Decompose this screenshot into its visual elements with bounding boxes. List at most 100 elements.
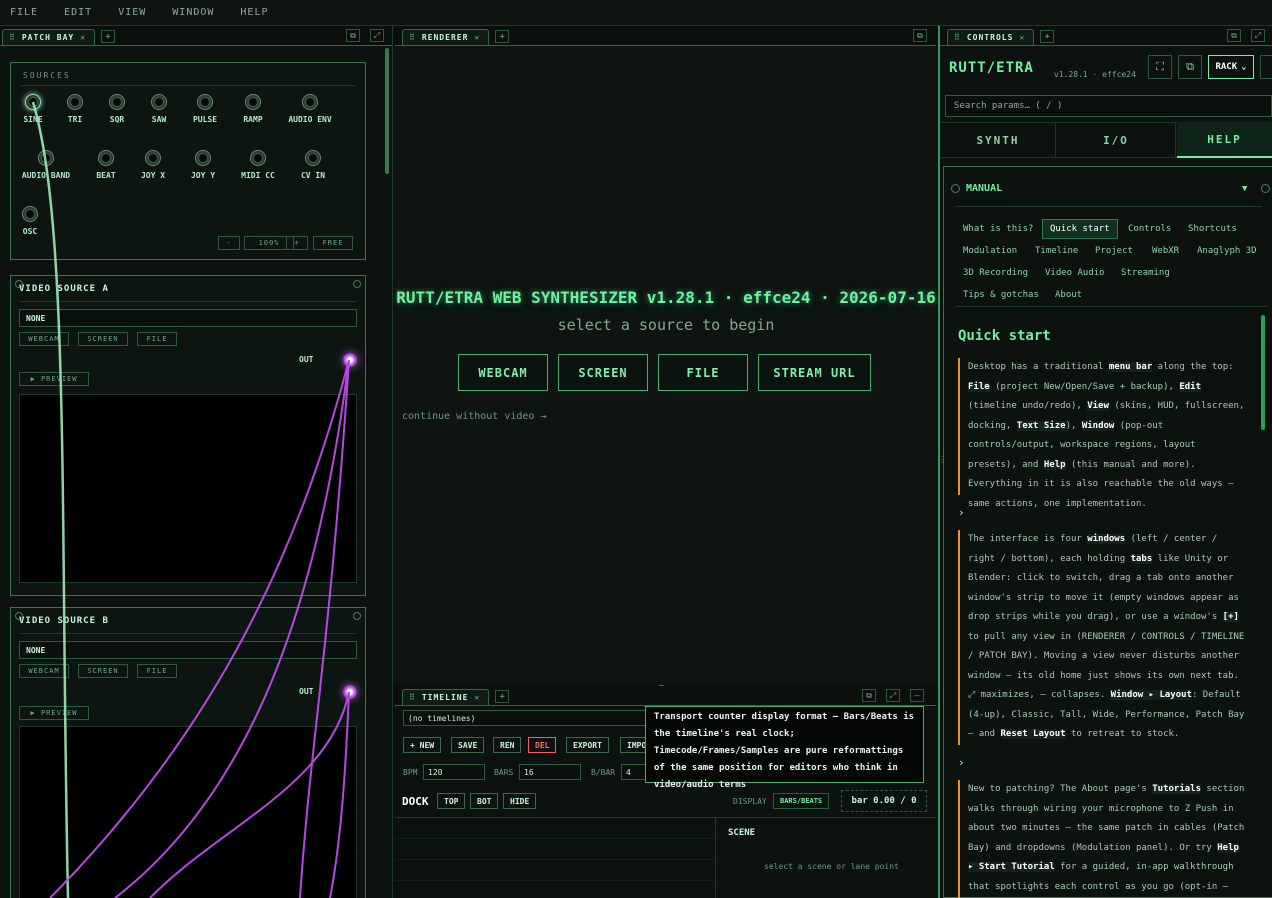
- save-button[interactable]: SAVE: [451, 737, 485, 753]
- popout-icon[interactable]: ⧉: [1178, 55, 1202, 79]
- timeline-select[interactable]: (no timelines): [403, 710, 653, 726]
- webcam-button[interactable]: WEBCAM: [458, 354, 548, 391]
- search-input[interactable]: Search params… ( / ): [945, 95, 1272, 117]
- help-tab-streaming[interactable]: Streaming: [1114, 263, 1177, 283]
- grip-icon[interactable]: ⠿: [409, 33, 416, 42]
- stream-url-button[interactable]: STREAM URL: [758, 354, 871, 391]
- webcam-button[interactable]: WEBCAM: [19, 332, 69, 346]
- help-tab-what-is-this[interactable]: What is this?: [956, 219, 1040, 239]
- rack-select[interactable]: RACK ⌄: [1208, 55, 1254, 79]
- help-tab-anaglyph-3d[interactable]: Anaglyph 3D: [1190, 241, 1264, 261]
- menu-view[interactable]: VIEW: [118, 7, 146, 18]
- menu-help[interactable]: HELP: [240, 7, 268, 18]
- jack-beat[interactable]: [98, 150, 114, 166]
- scrollbar[interactable]: [385, 48, 389, 174]
- dock-bottom-button[interactable]: BOT: [470, 793, 499, 809]
- help-tab-webxr[interactable]: WebXR: [1145, 241, 1186, 261]
- popout-icon[interactable]: ⧉: [862, 689, 876, 702]
- jack-audio-env[interactable]: [302, 94, 318, 110]
- out-jack[interactable]: [343, 685, 357, 699]
- add-tab-button[interactable]: +: [495, 690, 510, 703]
- help-tab-shortcuts[interactable]: Shortcuts: [1181, 219, 1244, 239]
- jack-sqr[interactable]: [109, 94, 125, 110]
- popout-icon[interactable]: ⧉: [1227, 29, 1241, 42]
- jack-osc[interactable]: [22, 206, 38, 222]
- close-icon[interactable]: ✕: [1019, 33, 1025, 42]
- fullscreen-icon[interactable]: ⛶: [1148, 55, 1172, 79]
- dock-hide-button[interactable]: HIDE: [503, 793, 537, 809]
- zoom-out-button[interactable]: -: [218, 236, 240, 250]
- add-tab-button[interactable]: +: [101, 30, 116, 43]
- help-tab-controls[interactable]: Controls: [1121, 219, 1178, 239]
- help-tab-3d-recording[interactable]: 3D Recording: [956, 263, 1035, 283]
- jack-pulse[interactable]: [197, 94, 213, 110]
- grip-icon[interactable]: [353, 612, 361, 620]
- grip-icon[interactable]: ⠿: [409, 693, 416, 702]
- menu-window[interactable]: WINDOW: [172, 7, 214, 18]
- jack-saw[interactable]: [151, 94, 167, 110]
- jack-tri[interactable]: [67, 94, 83, 110]
- add-tab-button[interactable]: +: [495, 30, 510, 43]
- close-icon[interactable]: ✕: [474, 33, 480, 42]
- rename-button[interactable]: REN: [493, 737, 522, 753]
- jack-audio-band[interactable]: [38, 150, 54, 166]
- collapse-icon[interactable]: –: [910, 689, 924, 702]
- help-tab-tips[interactable]: Tips & gotchas: [956, 285, 1046, 305]
- grip-icon[interactable]: [353, 280, 361, 288]
- file-button[interactable]: FILE: [658, 354, 748, 391]
- menu-file[interactable]: FILE: [10, 7, 38, 18]
- tab-help[interactable]: HELP: [1177, 122, 1272, 158]
- overflow-button[interactable]: [1260, 55, 1272, 79]
- delete-button[interactable]: DEL: [528, 737, 557, 753]
- beats-per-bar-input[interactable]: 4: [621, 764, 647, 780]
- screen-button[interactable]: SCREEN: [78, 664, 128, 678]
- expand-chevron[interactable]: ›: [958, 506, 965, 519]
- continue-without-video-link[interactable]: continue without video →: [402, 411, 547, 422]
- jack-joy-x[interactable]: [145, 150, 161, 166]
- tab-synth[interactable]: SYNTH: [941, 122, 1056, 158]
- free-button[interactable]: FREE: [313, 236, 353, 250]
- manual-collapse-toggle[interactable]: ▼: [1242, 184, 1247, 194]
- video-source-a-select[interactable]: NONE: [19, 309, 357, 327]
- popout-icon[interactable]: ⧉: [346, 29, 360, 42]
- screen-button[interactable]: SCREEN: [78, 332, 128, 346]
- add-tab-button[interactable]: +: [1040, 30, 1055, 43]
- grip-icon[interactable]: ⠿: [954, 33, 961, 42]
- export-button[interactable]: EXPORT: [566, 737, 609, 753]
- help-tab-project[interactable]: Project: [1088, 241, 1140, 261]
- grip-icon[interactable]: ⠿: [9, 33, 16, 42]
- webcam-button[interactable]: WEBCAM: [19, 664, 69, 678]
- preview-toggle[interactable]: ▶ PREVIEW: [19, 372, 89, 386]
- tab-controls[interactable]: ⠿ CONTROLS ✕: [947, 29, 1035, 45]
- jack-joy-y[interactable]: [195, 150, 211, 166]
- help-tab-modulation[interactable]: Modulation: [956, 241, 1024, 261]
- grip-icon[interactable]: [1261, 184, 1270, 193]
- maximize-icon[interactable]: ⤢: [370, 29, 384, 42]
- display-format-select[interactable]: BARS/BEATS: [773, 793, 830, 809]
- jack-cv-in[interactable]: [305, 150, 321, 166]
- tab-patch-bay[interactable]: ⠿ PATCH BAY ✕: [2, 29, 96, 45]
- video-source-b-select[interactable]: NONE: [19, 641, 357, 659]
- popout-icon[interactable]: ⧉: [913, 29, 927, 42]
- out-jack[interactable]: [343, 353, 357, 367]
- file-button[interactable]: FILE: [137, 332, 177, 346]
- help-tab-timeline[interactable]: Timeline: [1028, 241, 1085, 261]
- jack-ramp[interactable]: [245, 94, 261, 110]
- new-timeline-button[interactable]: + NEW: [403, 737, 442, 753]
- menu-edit[interactable]: EDIT: [64, 7, 92, 18]
- grip-icon[interactable]: [951, 184, 960, 193]
- file-button[interactable]: FILE: [137, 664, 177, 678]
- expand-chevron[interactable]: ›: [958, 756, 965, 769]
- screen-button[interactable]: SCREEN: [558, 354, 648, 391]
- preview-toggle[interactable]: ▶ PREVIEW: [19, 706, 89, 720]
- tab-timeline[interactable]: ⠿ TIMELINE ✕: [402, 689, 490, 705]
- close-icon[interactable]: ✕: [80, 33, 86, 42]
- tab-renderer[interactable]: ⠿ RENDERER ✕: [402, 29, 490, 45]
- help-scrollbar[interactable]: [1261, 315, 1265, 430]
- help-tab-quick-start[interactable]: Quick start: [1042, 219, 1118, 239]
- jack-midi-cc[interactable]: [250, 150, 266, 166]
- resize-handle[interactable]: ⋮: [938, 455, 946, 464]
- bars-input[interactable]: 16: [519, 764, 581, 780]
- maximize-icon[interactable]: ⤢: [1251, 29, 1265, 42]
- bpm-input[interactable]: 120: [423, 764, 485, 780]
